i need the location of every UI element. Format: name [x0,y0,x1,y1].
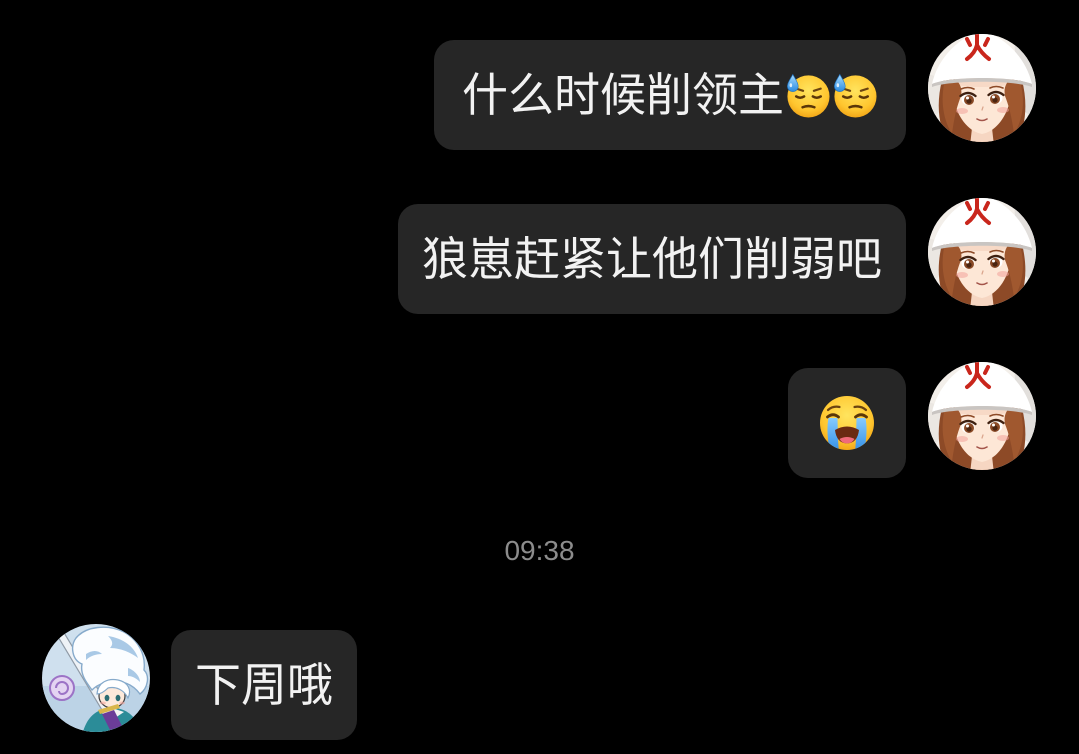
avatar-girl-white-hat-icon[interactable] [928,34,1036,142]
message-bubble[interactable]: 什么时候削领主 [434,40,906,150]
avatar-white-haired-swordsman-icon[interactable] [42,624,150,732]
downcast-face-with-sweat-icon-shape [834,74,876,117]
message-bubble[interactable]: 狼崽赶紧让他们削弱吧 [398,204,906,314]
message-row-outgoing: 什么时候削领主 [434,34,1036,150]
avatar-girl-white-hat-icon[interactable] [928,198,1036,306]
avatar-girl-white-hat-image [928,198,1036,306]
downcast-face-with-sweat-icon-shape [787,74,829,117]
avatar-white-haired-swordsman-image [42,624,150,732]
chat-view: 什么时候削领主 狼崽赶紧让他们削弱吧 09:38 下周哦 [0,0,1079,754]
downcast-face-with-sweat-icon [784,72,831,119]
message-text: 下周哦 [195,658,333,712]
loudly-crying-face-icon [817,393,877,453]
message-row-outgoing [788,362,1036,478]
message-bubble[interactable]: 下周哦 [171,630,357,740]
message-row-incoming: 下周哦 [42,624,357,740]
message-text: 什么时候削领主 [462,68,784,122]
message-row-outgoing: 狼崽赶紧让他们削弱吧 [398,198,1036,314]
avatar-girl-white-hat-image [928,362,1036,470]
avatar-girl-white-hat-image [928,34,1036,142]
message-text: 狼崽赶紧让他们削弱吧 [422,232,882,286]
loudly-crying-face-icon-shape [820,396,874,453]
downcast-face-with-sweat-icon [831,72,878,119]
message-bubble[interactable] [788,368,906,478]
message-timestamp: 09:38 [504,535,575,566]
avatar-girl-white-hat-icon[interactable] [928,362,1036,470]
